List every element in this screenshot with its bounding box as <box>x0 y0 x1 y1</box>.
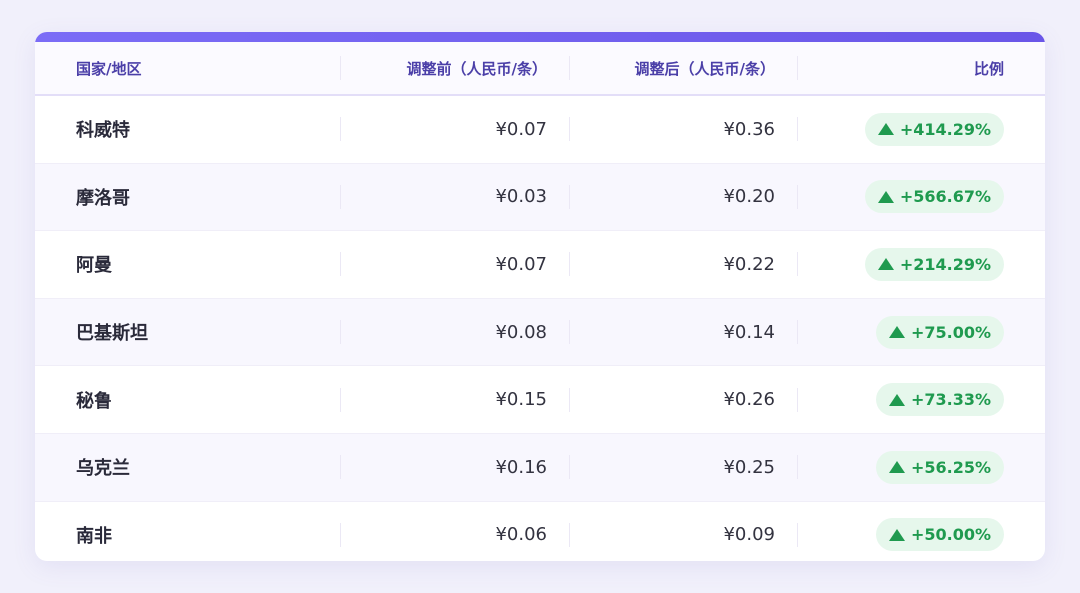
triangle-up-icon <box>877 123 894 136</box>
table-header: 国家/地区 调整前（人民币/条） 调整后（人民币/条） 比例 <box>35 42 1045 96</box>
triangle-up-icon <box>888 326 905 339</box>
price-after: ¥0.22 <box>723 253 775 275</box>
ratio-badge: +75.00% <box>875 315 1004 349</box>
price-after: ¥0.25 <box>723 456 775 478</box>
country-name: 秘鲁 <box>76 390 112 412</box>
table-row: 巴基斯坦 ¥0.08 ¥0.14 +75.00% <box>35 298 1045 367</box>
country-name: 南非 <box>76 525 112 547</box>
table-row: 阿曼 ¥0.07 ¥0.22 +214.29% <box>35 231 1045 299</box>
triangle-up-icon <box>888 461 905 474</box>
price-before: ¥0.16 <box>495 456 547 478</box>
header-country: 国家/地区 <box>76 59 142 78</box>
country-name: 科威特 <box>76 120 130 142</box>
price-before: ¥0.08 <box>495 321 547 343</box>
ratio-value: +73.33% <box>910 390 991 410</box>
price-table-card: 国家/地区 调整前（人民币/条） 调整后（人民币/条） 比例 科威特 ¥0.07… <box>35 32 1045 561</box>
price-before: ¥0.07 <box>495 253 547 275</box>
price-after: ¥0.36 <box>723 118 775 140</box>
ratio-value: +75.00% <box>910 322 991 342</box>
country-name: 巴基斯坦 <box>76 323 148 345</box>
price-before: ¥0.06 <box>495 524 547 546</box>
table-row: 科威特 ¥0.07 ¥0.36 +414.29% <box>35 96 1045 164</box>
price-after: ¥0.20 <box>723 186 775 208</box>
triangle-up-icon <box>877 190 894 203</box>
ratio-value: +414.29% <box>899 119 991 139</box>
triangle-up-icon <box>888 528 905 541</box>
price-before: ¥0.03 <box>495 186 547 208</box>
ratio-value: +56.25% <box>910 457 991 477</box>
triangle-up-icon <box>877 258 894 271</box>
country-name: 乌克兰 <box>76 458 130 480</box>
country-name: 阿曼 <box>76 255 112 277</box>
table-row: 乌克兰 ¥0.16 ¥0.25 +56.25% <box>35 433 1045 502</box>
price-before: ¥0.15 <box>495 389 547 411</box>
ratio-badge: +414.29% <box>864 112 1004 146</box>
header-before: 调整前（人民币/条） <box>340 42 569 94</box>
price-after: ¥0.09 <box>723 524 775 546</box>
table-row: 摩洛哥 ¥0.03 ¥0.20 +566.67% <box>35 163 1045 232</box>
price-after: ¥0.14 <box>723 321 775 343</box>
ratio-badge: +56.25% <box>875 450 1004 484</box>
table-row: 南非 ¥0.06 ¥0.09 +50.00% <box>35 502 1045 561</box>
header-ratio: 比例 <box>797 42 1045 94</box>
accent-bar <box>35 32 1045 42</box>
table-row: 秘鲁 ¥0.15 ¥0.26 +73.33% <box>35 366 1045 434</box>
price-after: ¥0.26 <box>723 389 775 411</box>
triangle-up-icon <box>888 393 905 406</box>
ratio-value: +214.29% <box>899 254 991 274</box>
ratio-value: +50.00% <box>910 525 991 545</box>
price-before: ¥0.07 <box>495 118 547 140</box>
header-after: 调整后（人民币/条） <box>569 42 797 94</box>
ratio-badge: +566.67% <box>864 180 1004 214</box>
country-name: 摩洛哥 <box>76 187 130 209</box>
ratio-badge: +214.29% <box>864 247 1004 281</box>
ratio-badge: +73.33% <box>875 383 1004 417</box>
ratio-badge: +50.00% <box>875 518 1004 552</box>
ratio-value: +566.67% <box>899 187 991 207</box>
